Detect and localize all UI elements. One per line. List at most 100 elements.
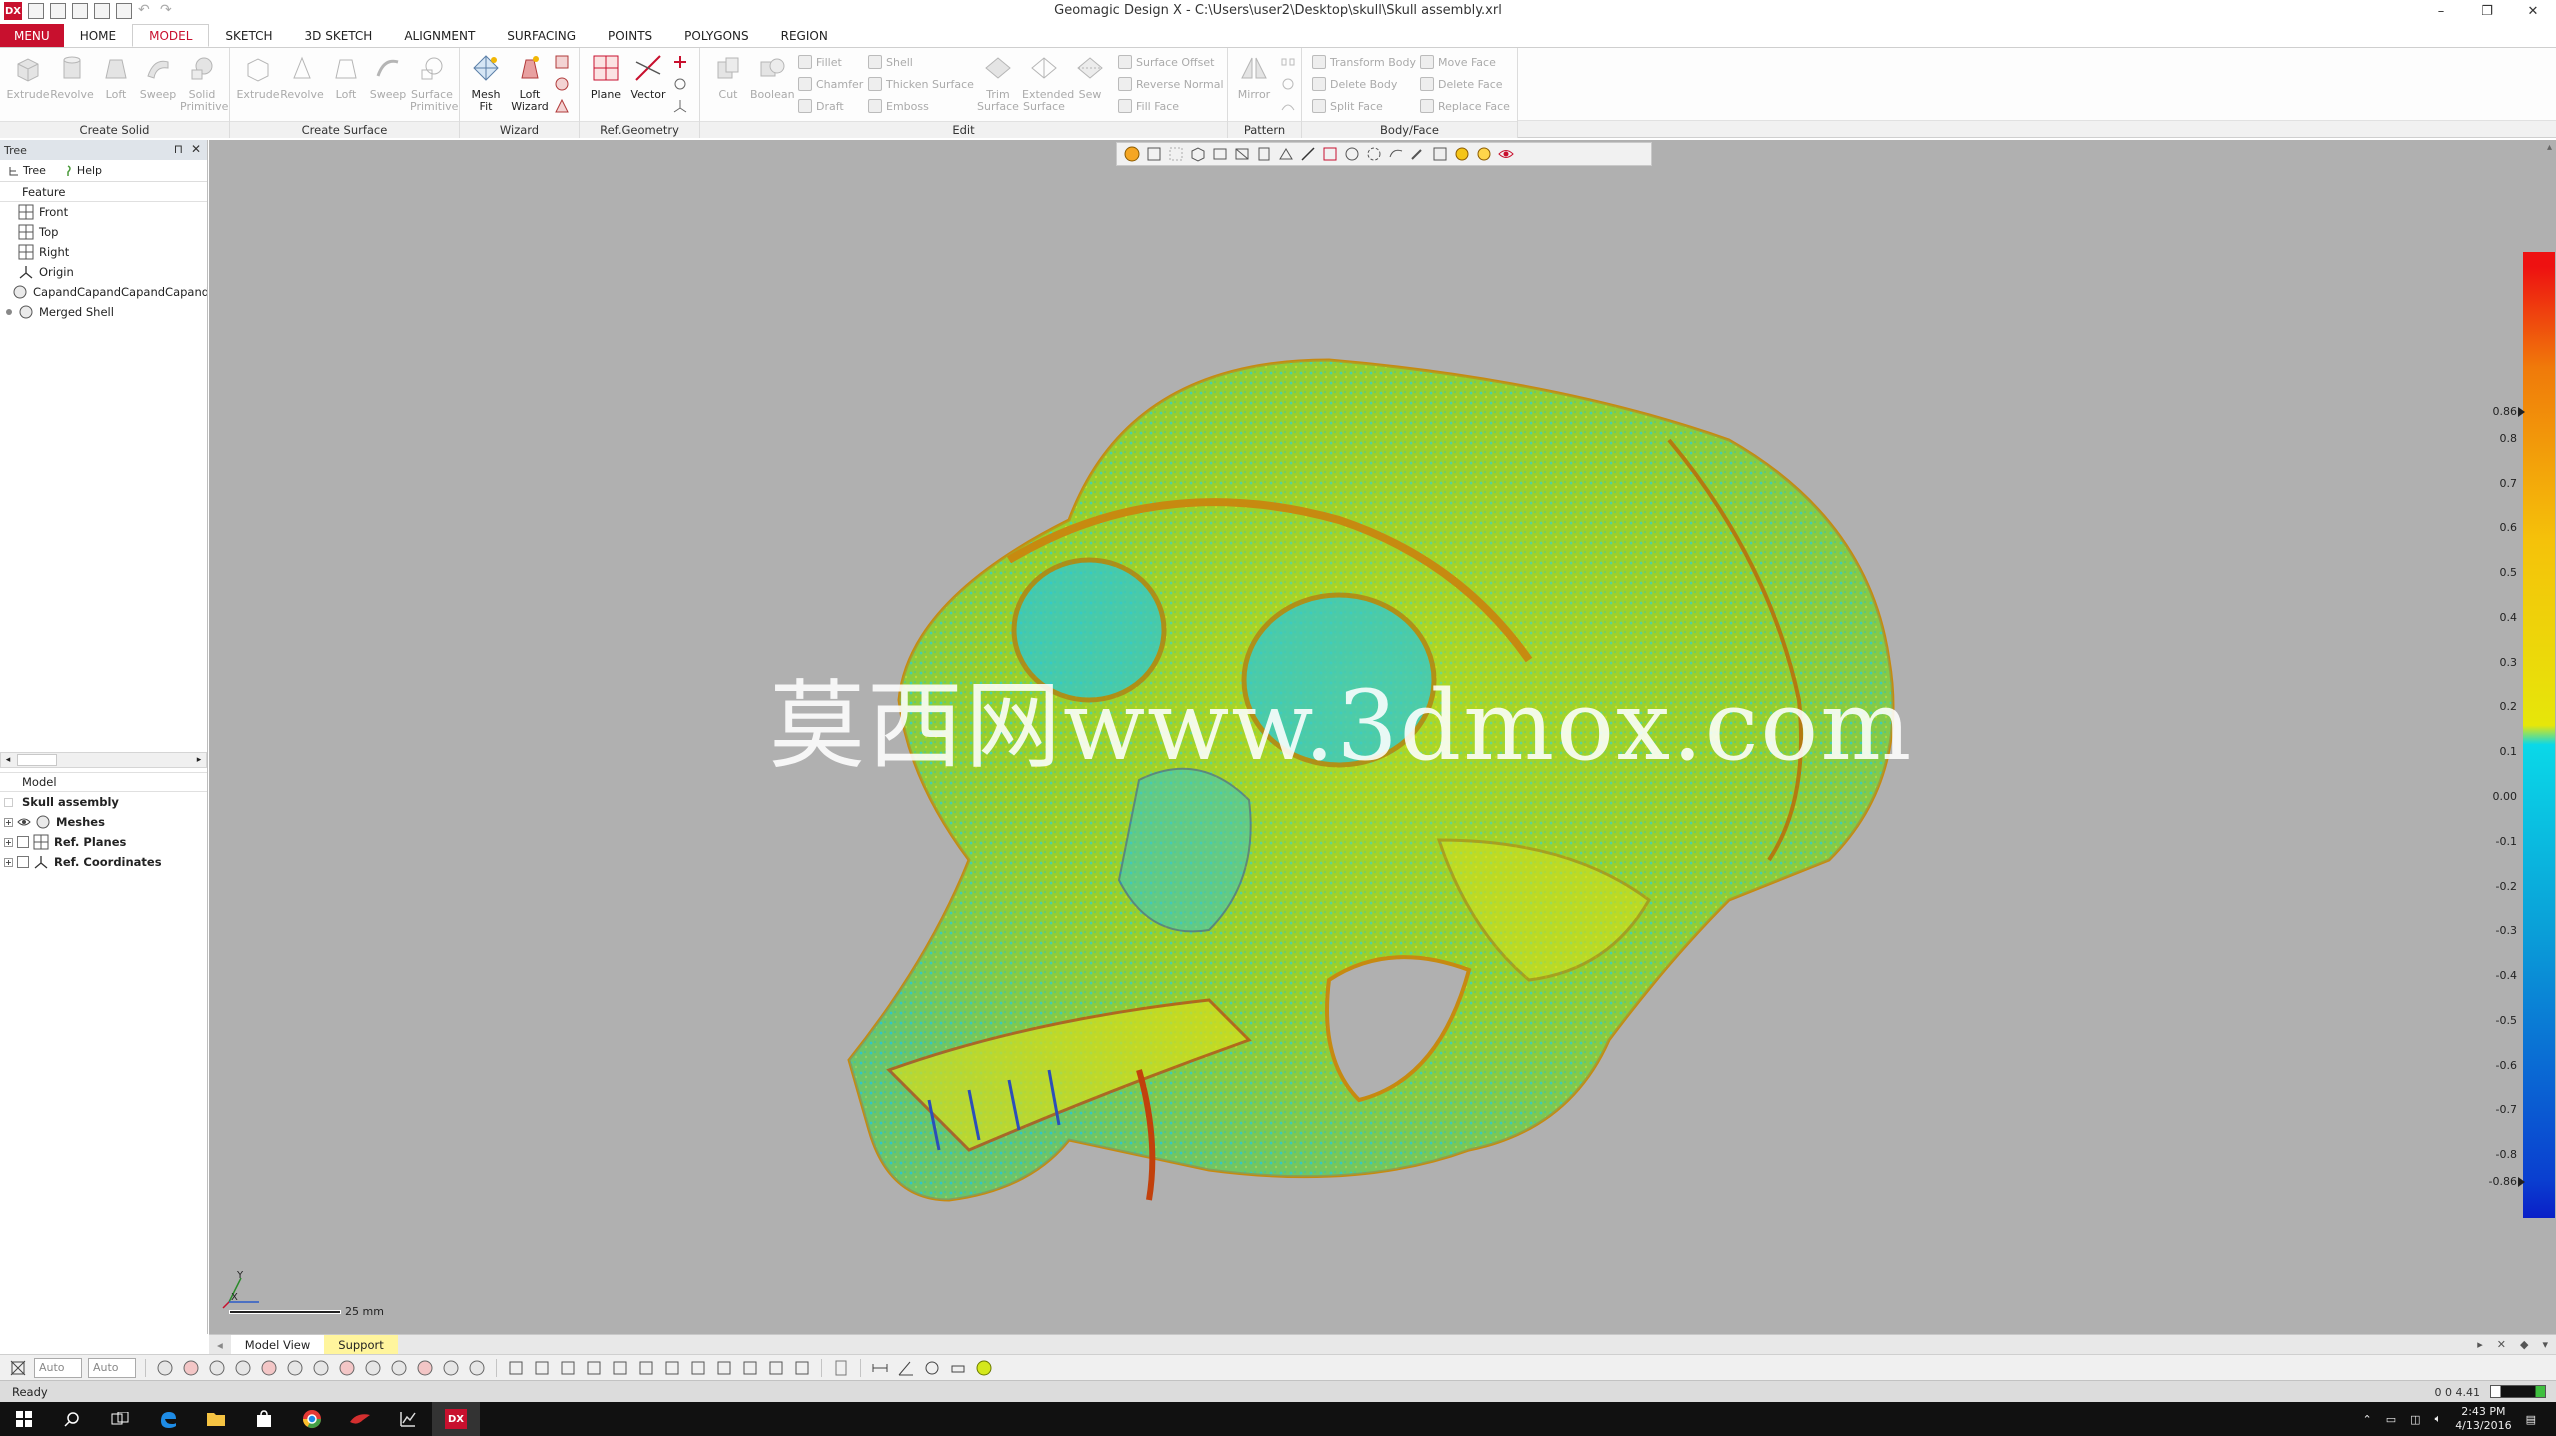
expand-icon[interactable]: + (4, 857, 13, 867)
import-icon[interactable] (50, 3, 66, 19)
start-button[interactable] (0, 1402, 48, 1436)
tab-model[interactable]: MODEL (132, 24, 210, 47)
tab-alignment[interactable]: ALIGNMENT (388, 24, 491, 47)
maximize-button[interactable]: ❐ (2464, 0, 2510, 22)
tab-home[interactable]: HOME (64, 24, 132, 47)
visibility-checkbox[interactable] (17, 856, 29, 868)
3d-viewport[interactable]: 莫西网www.3dmox.com Y X 25 mm ▴ 0.86 0.8 0.7 0… (209, 140, 2556, 1334)
select-freeform-icon[interactable] (1387, 145, 1405, 163)
notifications-icon[interactable]: ▤ (2526, 1413, 2536, 1426)
taskbar-store[interactable] (240, 1402, 288, 1436)
solid-loft-button[interactable]: Loft (94, 52, 138, 101)
lighting-icon[interactable] (1475, 145, 1493, 163)
taskbar-edge[interactable] (144, 1402, 192, 1436)
panel-close-icon[interactable]: ✕ (191, 142, 201, 156)
taskbar-explorer[interactable] (192, 1402, 240, 1436)
minimize-button[interactable]: – (2418, 0, 2464, 22)
task-view-button[interactable] (96, 1402, 144, 1436)
select-face-icon[interactable] (181, 1358, 201, 1378)
surface-primitive-button[interactable]: Surface Primitive (410, 52, 458, 113)
tab-3d-sketch[interactable]: 3D SKETCH (289, 24, 389, 47)
select-feature-icon[interactable] (337, 1358, 357, 1378)
vector-button[interactable]: Vector (626, 52, 670, 101)
select-rectangle-icon[interactable] (1321, 145, 1339, 163)
view-cube-icon[interactable] (1189, 145, 1207, 163)
tree-item-front[interactable]: Front (0, 202, 207, 222)
view-box-7-icon[interactable] (766, 1358, 786, 1378)
view-fit-icon[interactable] (558, 1358, 578, 1378)
tree-item-top[interactable]: Top (0, 222, 207, 242)
loft-wizard-button[interactable]: Loft Wizard (508, 52, 552, 113)
view-box-1-icon[interactable] (610, 1358, 630, 1378)
circular-pattern-icon[interactable] (1280, 76, 1296, 92)
model-item-ref-coordinates[interactable]: + Ref. Coordinates (0, 852, 207, 872)
display-options-icon[interactable] (1145, 145, 1163, 163)
clipboard-icon[interactable] (831, 1358, 851, 1378)
save-icon[interactable] (72, 3, 88, 19)
tree-item-right[interactable]: Right (0, 242, 207, 262)
linear-pattern-icon[interactable] (1280, 54, 1296, 70)
wizard-tool-3-icon[interactable] (554, 98, 570, 114)
mesh-fit-button[interactable]: Mesh Fit (464, 52, 508, 113)
model-root-item[interactable]: Skull assembly (0, 792, 207, 812)
delete-face-button[interactable]: Delete Face (1420, 74, 1503, 94)
view-right-icon[interactable] (1255, 145, 1273, 163)
fill-face-button[interactable]: Fill Face (1118, 96, 1179, 116)
tab-surfacing[interactable]: SURFACING (491, 24, 592, 47)
undo-icon[interactable]: ↶ (138, 3, 154, 19)
select-mesh-icon[interactable] (155, 1358, 175, 1378)
scroll-left-icon[interactable]: ◂ (2, 754, 14, 766)
legend-limit-marker[interactable] (2518, 1177, 2525, 1187)
accuracy-analyzer-icon[interactable] (974, 1358, 994, 1378)
model-item-meshes[interactable]: + Meshes (0, 812, 207, 832)
view-pan-icon[interactable] (532, 1358, 552, 1378)
replace-face-button[interactable]: Replace Face (1420, 96, 1510, 116)
transform-body-button[interactable]: Transform Body (1312, 52, 1416, 72)
measure-line-icon[interactable] (1299, 145, 1317, 163)
cut-button[interactable]: Cut (706, 52, 750, 101)
view-zoom-icon[interactable] (506, 1358, 526, 1378)
solid-sweep-button[interactable]: Sweep (136, 52, 180, 101)
view-box-4-icon[interactable] (688, 1358, 708, 1378)
ref-coordinate-icon[interactable] (672, 98, 688, 114)
select-sketch-icon[interactable] (389, 1358, 409, 1378)
view-front-icon[interactable] (1211, 145, 1229, 163)
select-body-icon[interactable] (259, 1358, 279, 1378)
view-top-icon[interactable] (1233, 145, 1251, 163)
tabs-pin-icon[interactable]: ◆ (2520, 1338, 2528, 1351)
sew-button[interactable]: Sew (1068, 52, 1112, 101)
expand-icon[interactable]: + (4, 837, 13, 847)
select-vertex-icon[interactable] (207, 1358, 227, 1378)
select-region-icon[interactable] (285, 1358, 305, 1378)
view-normal-icon[interactable] (584, 1358, 604, 1378)
select-point-icon[interactable] (363, 1358, 383, 1378)
select-plane-icon[interactable] (415, 1358, 435, 1378)
plane-button[interactable]: Plane (584, 52, 628, 101)
model-item-ref-planes[interactable]: + Ref. Planes (0, 832, 207, 852)
tray-network-icon[interactable]: ◫ (2410, 1413, 2420, 1426)
taskbar-app-red[interactable] (336, 1402, 384, 1436)
tab-support[interactable]: Support (324, 1334, 398, 1355)
chamfer-button[interactable]: Chamfer (798, 74, 863, 94)
open-recent-icon[interactable] (116, 3, 132, 19)
draft-button[interactable]: Draft (798, 96, 844, 116)
visibility-eye-icon[interactable] (1497, 145, 1515, 163)
select-vector-icon[interactable] (441, 1358, 461, 1378)
tab-help[interactable]: Help (54, 164, 110, 177)
solid-revolve-button[interactable]: Revolve (50, 52, 94, 101)
view-box-6-icon[interactable] (740, 1358, 760, 1378)
scroll-right-icon[interactable]: ▸ (193, 754, 205, 766)
select-edge-icon[interactable] (233, 1358, 253, 1378)
tab-region[interactable]: REGION (765, 24, 844, 47)
taskbar-clock[interactable]: 2:43 PM 4/13/2016 (2455, 1405, 2511, 1433)
tab-points[interactable]: POINTS (592, 24, 668, 47)
move-face-button[interactable]: Move Face (1420, 52, 1496, 72)
view-box-5-icon[interactable] (714, 1358, 734, 1378)
app-logo[interactable]: DX (4, 2, 22, 20)
surface-revolve-button[interactable]: Revolve (280, 52, 324, 101)
split-face-button[interactable]: Split Face (1312, 96, 1383, 116)
select-filter-icon[interactable] (8, 1358, 28, 1378)
wizard-tool-2-icon[interactable] (554, 76, 570, 92)
section-view-icon[interactable] (1167, 145, 1185, 163)
select-brush-icon[interactable] (1409, 145, 1427, 163)
